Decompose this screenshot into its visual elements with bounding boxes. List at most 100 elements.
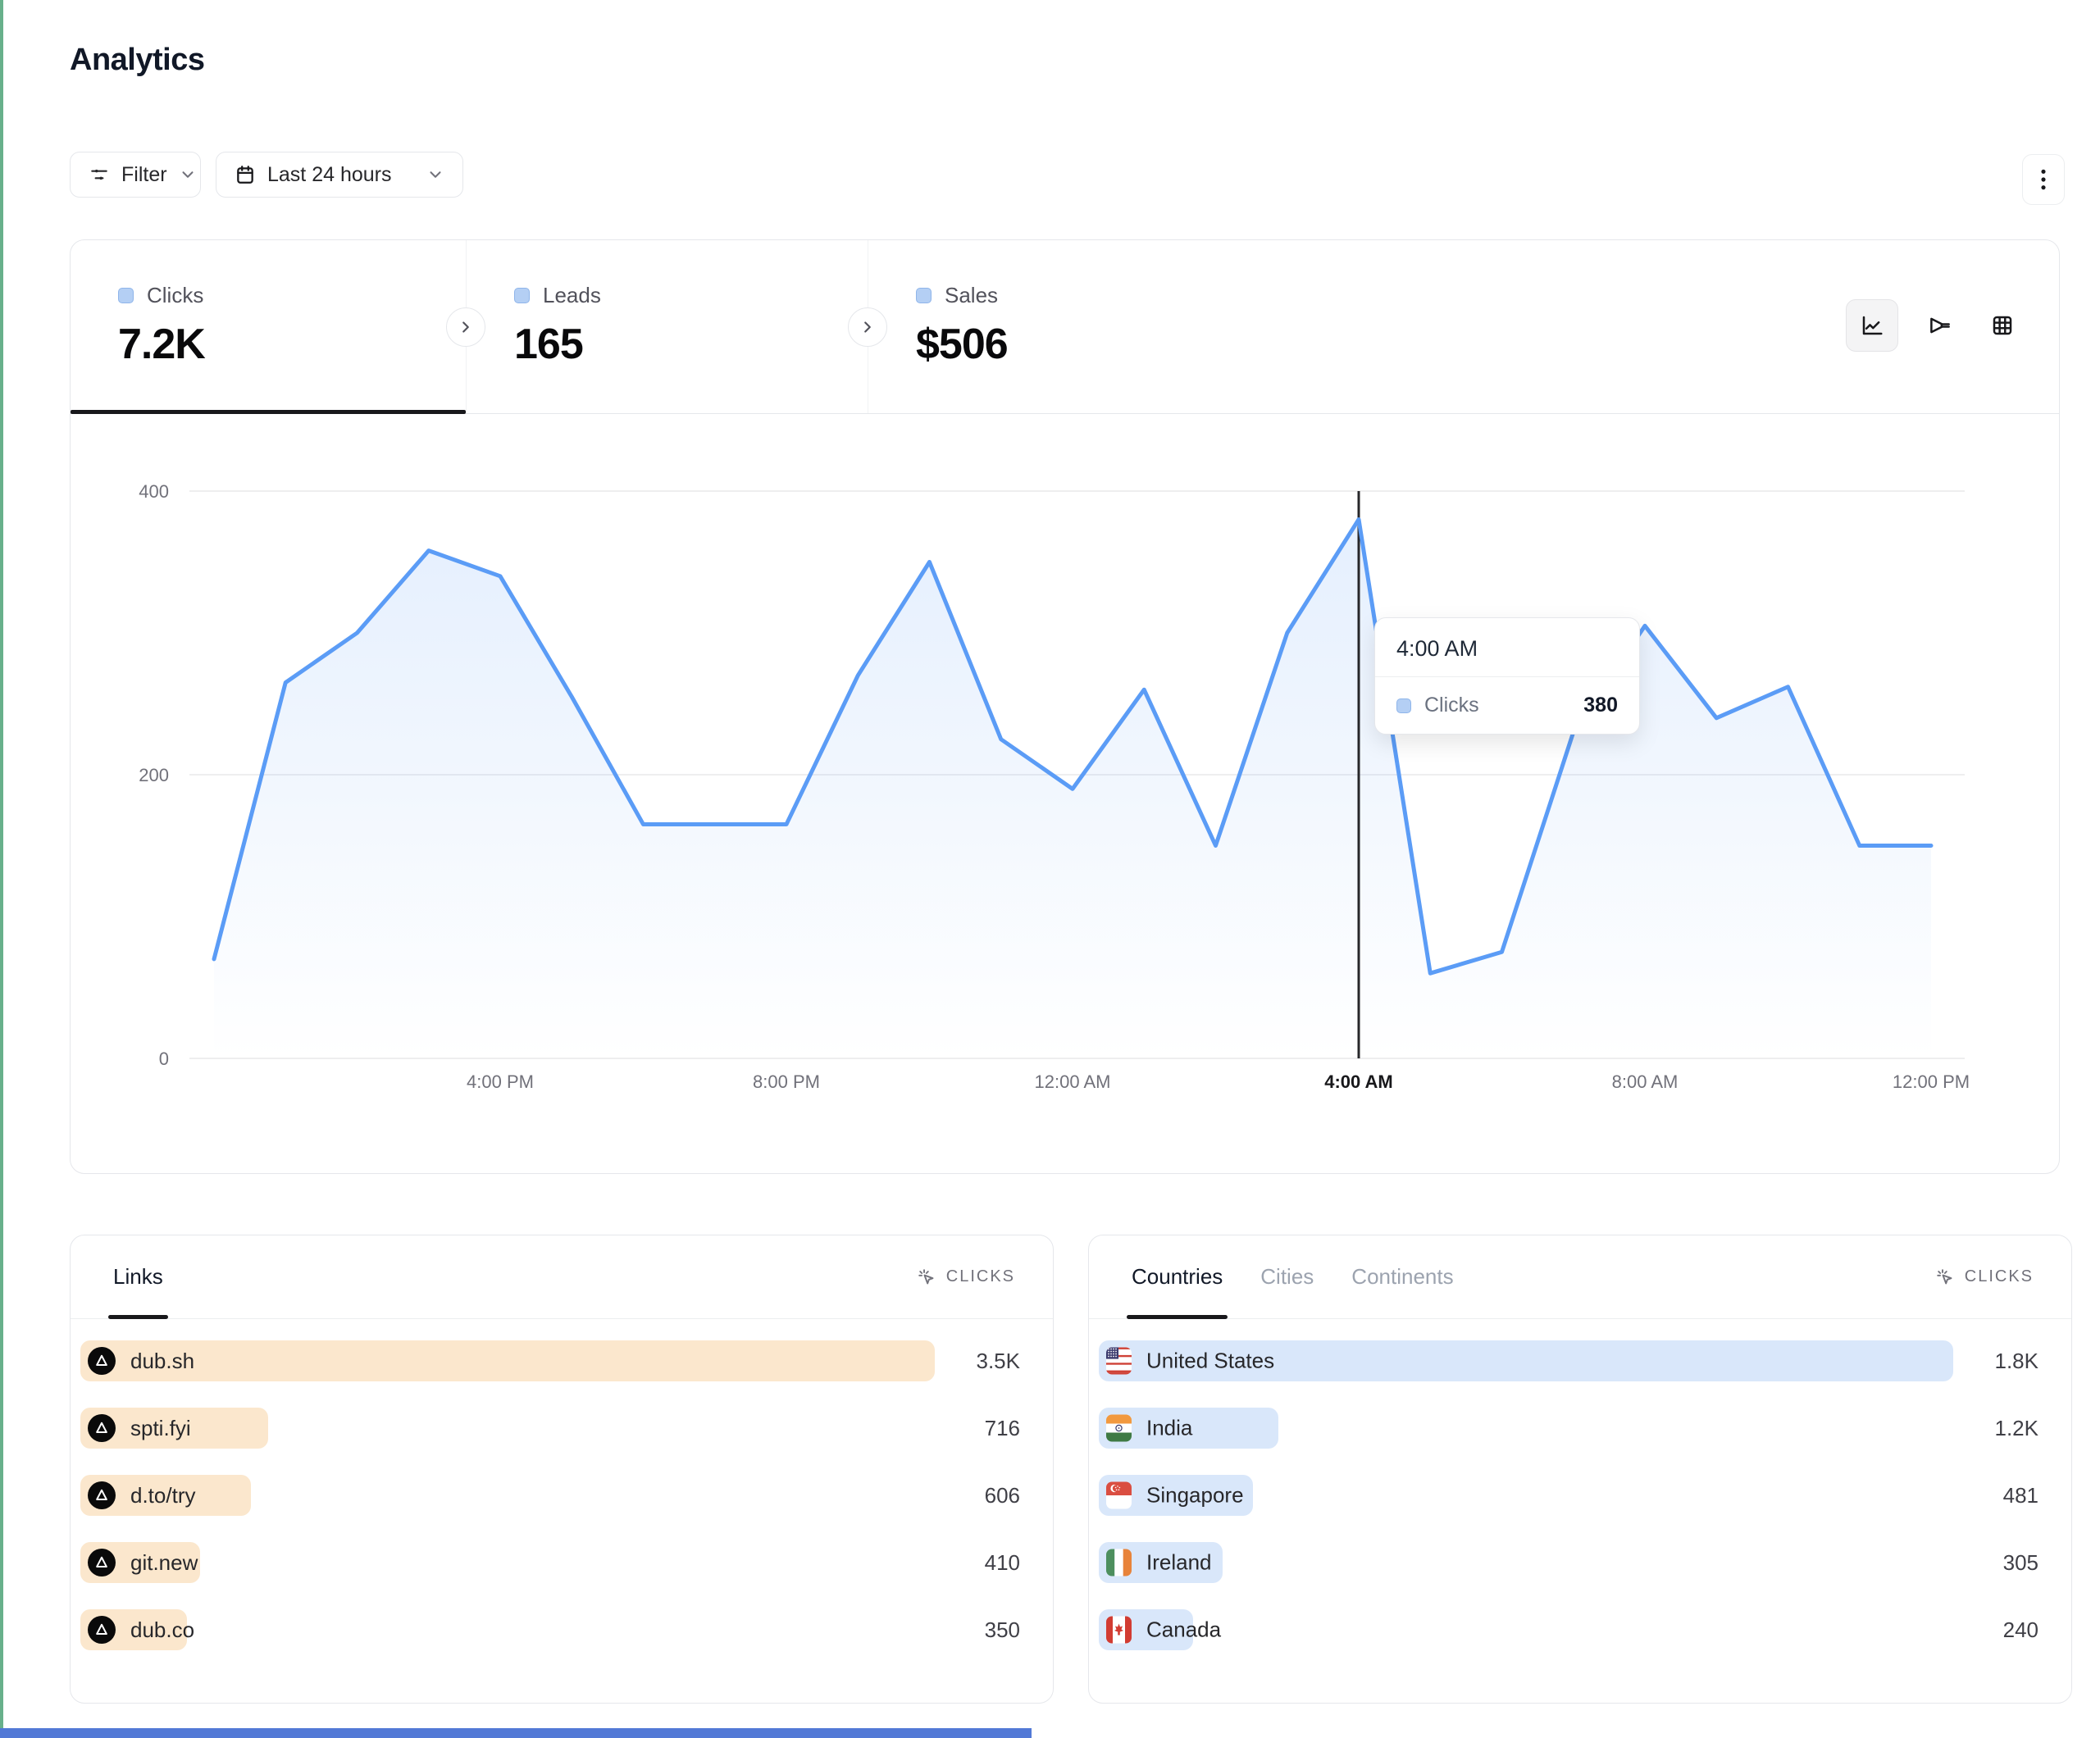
link-bar-area: git.new: [80, 1542, 935, 1583]
bottom-edge-strip: [0, 1728, 1032, 1738]
chart-type-switcher: [1846, 299, 2023, 352]
links-panel-header: Links CLICKS: [71, 1235, 1053, 1319]
tab-clicks[interactable]: Clicks 7.2K: [71, 240, 466, 413]
funnel-icon: [1928, 313, 1952, 338]
svg-text:0: 0: [159, 1049, 169, 1069]
link-label: dub.co: [130, 1617, 194, 1643]
sg-flag-icon: [1106, 1482, 1132, 1509]
svg-text:4:00 AM: 4:00 AM: [1324, 1071, 1393, 1092]
svg-text:12:00 AM: 12:00 AM: [1035, 1071, 1111, 1092]
link-value: 410: [935, 1550, 1020, 1576]
link-label: dub.sh: [130, 1349, 194, 1374]
country-value: 1.2K: [1953, 1416, 2039, 1441]
link-bar-area: dub.co: [80, 1609, 935, 1650]
link-row-dub-sh[interactable]: dub.sh 3.5K: [80, 1340, 1020, 1381]
ie-flag-icon: [1106, 1549, 1132, 1576]
country-value: 240: [1953, 1617, 2039, 1643]
line-chart-view-button[interactable]: [1846, 299, 1898, 352]
link-bar: [80, 1340, 935, 1381]
link-value: 3.5K: [935, 1349, 1020, 1374]
link-row-dub-co[interactable]: dub.co 350: [80, 1609, 1020, 1650]
country-row-india[interactable]: India 1.2K: [1099, 1408, 2039, 1449]
sales-label: Sales: [945, 283, 998, 308]
clicks-value: 7.2K: [118, 320, 466, 369]
country-label: India: [1146, 1416, 1192, 1441]
link-value: 606: [935, 1483, 1020, 1508]
table-view-button[interactable]: [1982, 305, 2023, 346]
tooltip-value: 380: [1583, 694, 1618, 717]
line-chart-icon: [1860, 313, 1884, 338]
tab-continents[interactable]: Continents: [1351, 1235, 1453, 1318]
link-row-git-new[interactable]: git.new 410: [80, 1542, 1020, 1583]
country-row-ireland[interactable]: Ireland 305: [1099, 1542, 2039, 1583]
tab-leads[interactable]: Leads 165: [466, 240, 868, 413]
expand-clicks-chevron-button[interactable]: [446, 307, 485, 347]
countries-list: United States 1.8K India 1.2K Singapore: [1089, 1319, 2071, 1650]
country-label: United States: [1146, 1349, 1274, 1374]
country-label: Ireland: [1146, 1550, 1212, 1576]
country-row-united-states[interactable]: United States 1.8K: [1099, 1340, 2039, 1381]
us-flag-icon: [1106, 1348, 1132, 1375]
links-metric-label: CLICKS: [946, 1267, 1015, 1286]
tooltip-legend-swatch: [1396, 698, 1411, 713]
clicks-legend-swatch: [118, 288, 134, 303]
in-flag-icon: [1106, 1415, 1132, 1442]
leads-value: 165: [514, 320, 868, 369]
country-bar-area: Ireland: [1099, 1542, 1953, 1583]
kebab-icon: [2033, 167, 2054, 192]
link-row-d-to-try[interactable]: d.to/try 606: [80, 1475, 1020, 1516]
svg-text:8:00 AM: 8:00 AM: [1612, 1071, 1679, 1092]
dub-logo-icon: [88, 1347, 116, 1375]
date-range-label: Last 24 hours: [267, 163, 392, 187]
tab-links[interactable]: Links: [113, 1235, 163, 1318]
funnel-view-button[interactable]: [1920, 305, 1961, 346]
link-row-spti-fyi[interactable]: spti.fyi 716: [80, 1408, 1020, 1449]
country-label: Singapore: [1146, 1483, 1244, 1508]
countries-metric-toggle[interactable]: CLICKS: [1935, 1267, 2034, 1287]
leads-label: Leads: [543, 283, 601, 308]
dub-logo-icon: [88, 1481, 116, 1509]
link-bar-area: spti.fyi: [80, 1408, 935, 1449]
country-value: 305: [1953, 1550, 2039, 1576]
country-row-canada[interactable]: Canada 240: [1099, 1609, 2039, 1650]
links-list: dub.sh 3.5K spti.fyi 716 d.to/try: [71, 1319, 1053, 1650]
links-metric-toggle[interactable]: CLICKS: [917, 1267, 1015, 1287]
tab-cities[interactable]: Cities: [1260, 1235, 1314, 1318]
countries-metric-label: CLICKS: [1965, 1267, 2034, 1286]
date-range-button[interactable]: Last 24 hours: [216, 152, 463, 198]
countries-panel: Countries Cities Continents CLICKS: [1088, 1235, 2072, 1704]
link-value: 350: [935, 1617, 1020, 1643]
area-chart-canvas[interactable]: 02004004:00 PM8:00 PM12:00 AM4:00 AM8:00…: [71, 414, 2059, 1174]
svg-text:400: 400: [139, 481, 169, 502]
country-row-singapore[interactable]: Singapore 481: [1099, 1475, 2039, 1516]
country-bar-area: United States: [1099, 1340, 1953, 1381]
grid-table-icon: [1990, 313, 2015, 338]
chevron-down-icon: [426, 166, 444, 184]
chart-tooltip: 4:00 AM Clicks 380: [1374, 617, 1640, 735]
clicks-time-series-chart[interactable]: 02004004:00 PM8:00 PM12:00 AM4:00 AM8:00…: [71, 414, 2059, 1174]
filter-button[interactable]: Filter: [70, 152, 201, 198]
expand-leads-chevron-button[interactable]: [848, 307, 887, 347]
country-bar-area: Canada: [1099, 1609, 1953, 1650]
tooltip-series-label: Clicks: [1424, 694, 1479, 717]
tab-countries[interactable]: Countries: [1132, 1235, 1223, 1318]
dub-logo-icon: [88, 1549, 116, 1576]
link-bar-area: d.to/try: [80, 1475, 935, 1516]
page-title: Analytics: [70, 43, 204, 78]
leads-legend-swatch: [514, 288, 530, 303]
svg-text:8:00 PM: 8:00 PM: [753, 1071, 820, 1092]
sales-legend-swatch: [916, 288, 932, 303]
cursor-click-icon: [917, 1267, 936, 1287]
country-bar-area: Singapore: [1099, 1475, 1953, 1516]
dub-logo-icon: [88, 1616, 116, 1644]
link-label: d.to/try: [130, 1483, 195, 1508]
left-edge-strip: [0, 0, 3, 1738]
svg-text:4:00 PM: 4:00 PM: [467, 1071, 534, 1092]
more-options-button[interactable]: [2022, 154, 2065, 205]
clicks-label: Clicks: [147, 283, 203, 308]
country-value: 1.8K: [1953, 1349, 2039, 1374]
svg-text:12:00 PM: 12:00 PM: [1893, 1071, 1970, 1092]
analytics-page: Analytics Filter Last 24 hours: [0, 0, 2100, 1738]
filter-icon: [89, 164, 110, 185]
analytics-chart-card: Clicks 7.2K Leads 165 Sales $506: [70, 239, 2060, 1174]
